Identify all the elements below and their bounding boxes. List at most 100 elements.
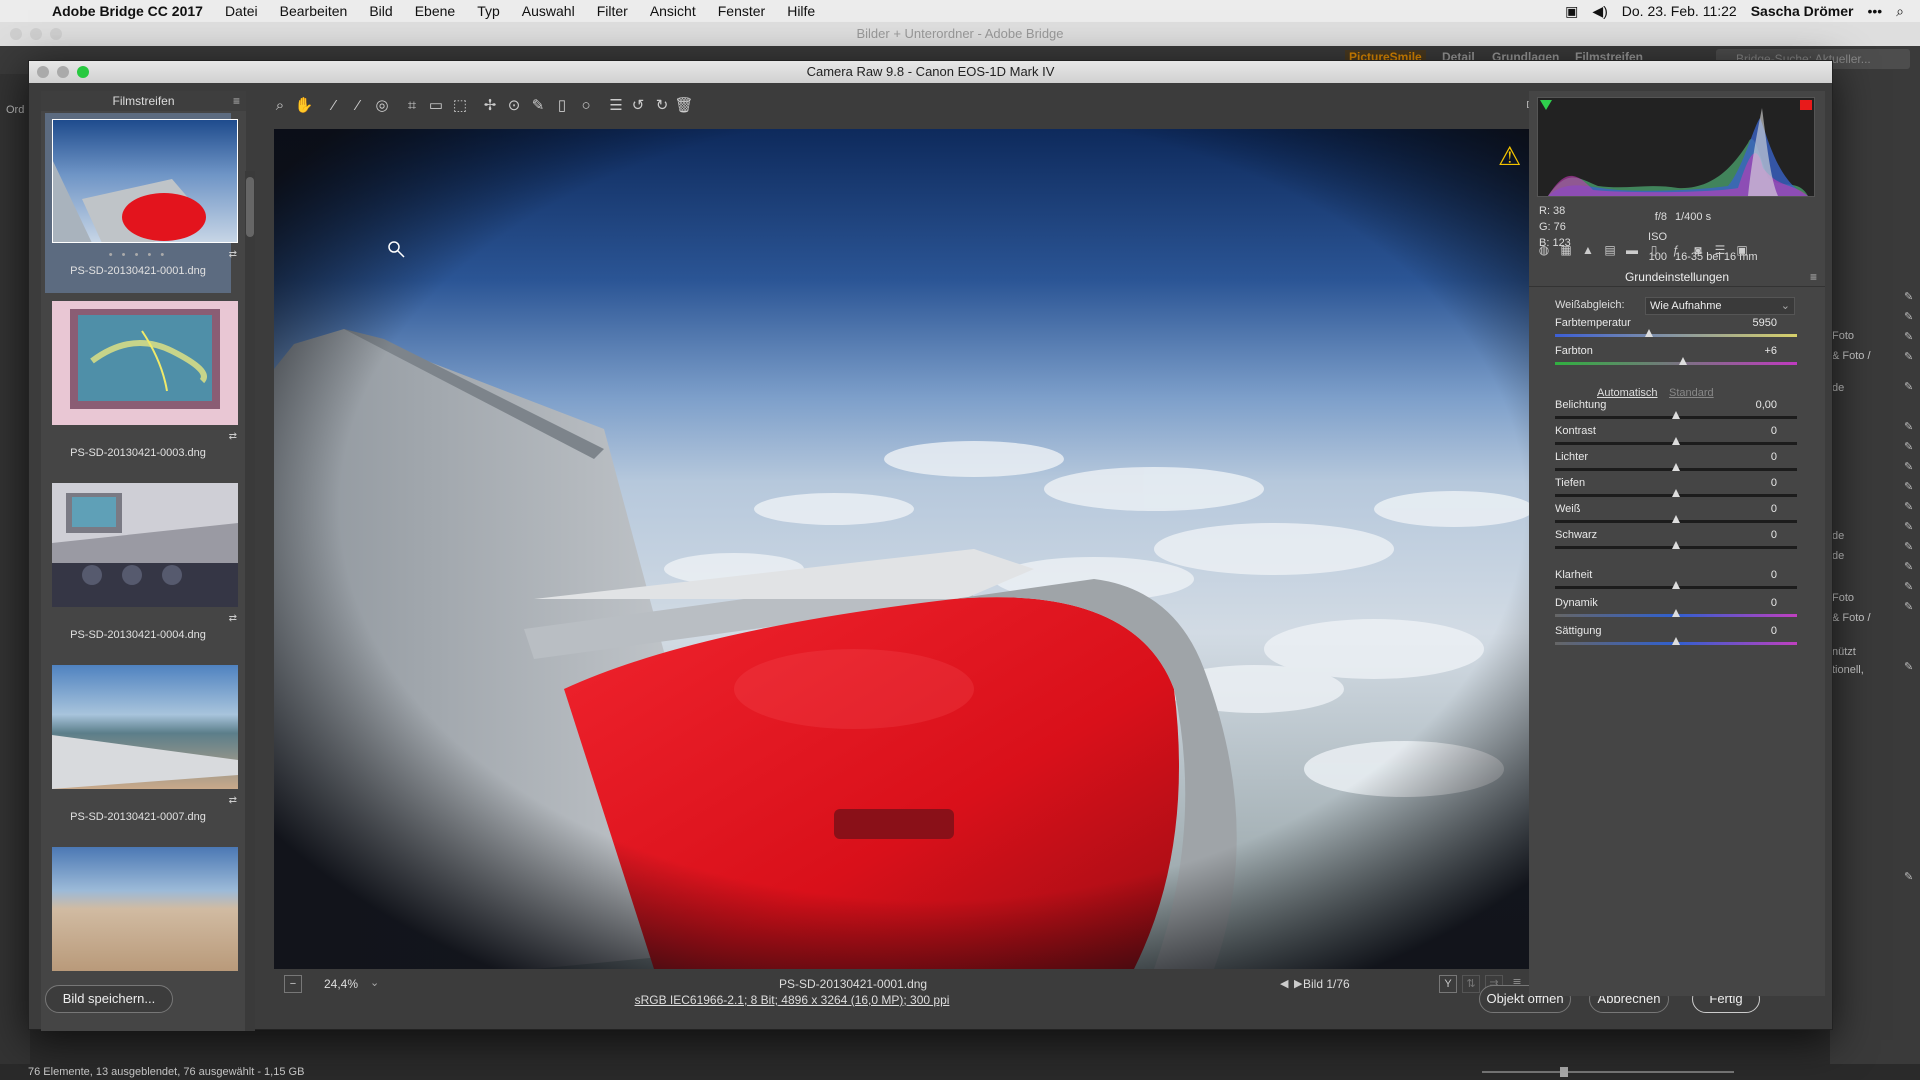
tab-hsl-icon[interactable]: ▤ — [1601, 243, 1619, 263]
menubar-datetime[interactable]: Do. 23. Feb. 11:22 — [1622, 3, 1737, 19]
slider-farbtemperatur[interactable]: Farbtemperatur 5950 — [1555, 317, 1797, 347]
edit-pen-icon[interactable]: ✎ — [1904, 290, 1913, 303]
slider-value[interactable]: 0,00 — [1717, 399, 1777, 411]
color-sampler-tool-icon[interactable]: ⁄ — [347, 95, 369, 117]
swap-settings-icon[interactable]: ⇅ — [1462, 975, 1480, 993]
slider-value[interactable]: 0 — [1717, 503, 1777, 515]
slider-value[interactable]: +6 — [1717, 345, 1777, 357]
slider-knob[interactable] — [1672, 609, 1680, 617]
bridge-minimize-button[interactable] — [30, 28, 42, 40]
slider-value[interactable]: 0 — [1717, 597, 1777, 609]
slider-dynamik[interactable]: Dynamik 0 — [1555, 597, 1797, 627]
menu-ansicht[interactable]: Ansicht — [650, 3, 696, 19]
slider-value[interactable]: 0 — [1717, 425, 1777, 437]
slider-track[interactable] — [1555, 334, 1797, 337]
zoom-level[interactable]: 24,4% — [324, 977, 358, 991]
dialog-close-button[interactable] — [37, 66, 49, 78]
trash-icon[interactable]: 🗑 — [673, 95, 695, 117]
rotate-left-icon[interactable]: ↺ — [627, 95, 649, 117]
menu-hilfe[interactable]: Hilfe — [787, 3, 815, 19]
hand-tool-icon[interactable]: ✋ — [293, 95, 315, 117]
menu-datei[interactable]: Datei — [225, 3, 258, 19]
edit-pen-icon[interactable]: ✎ — [1904, 480, 1913, 493]
filmstrip-scrollbar[interactable] — [245, 171, 255, 1031]
screen-record-icon[interactable]: ▣ — [1565, 3, 1578, 20]
edit-pen-icon[interactable]: ✎ — [1904, 660, 1913, 673]
previous-image-icon[interactable]: ◀ — [1280, 977, 1288, 990]
menu-bild[interactable]: Bild — [369, 3, 392, 19]
menubar-user[interactable]: Sascha Drömer — [1751, 3, 1854, 19]
adjustment-brush-icon[interactable]: ✎ — [527, 95, 549, 117]
slider-knob[interactable] — [1672, 515, 1680, 523]
more-icon[interactable]: ••• — [1867, 3, 1882, 19]
spotlight-search-icon[interactable]: ⌕ — [1896, 3, 1904, 20]
edit-pen-icon[interactable]: ✎ — [1904, 350, 1913, 363]
filmstrip-item[interactable]: • • • • • ⇄ PS-SD-20130421-0001.dng — [45, 113, 238, 293]
slider-track[interactable] — [1555, 362, 1797, 365]
tab-snapshots-icon[interactable]: ▣ — [1733, 243, 1751, 263]
thumbnail-size-slider[interactable] — [1482, 1071, 1734, 1073]
tab-split-toning-icon[interactable]: ▬ — [1623, 243, 1641, 263]
menu-typ[interactable]: Typ — [477, 3, 500, 19]
menu-app-name[interactable]: Adobe Bridge CC 2017 — [52, 3, 203, 19]
slider-schwarz[interactable]: Schwarz 0 — [1555, 529, 1797, 559]
filmstrip-item[interactable]: ⇄ PS-SD-20130421-0003.dng — [45, 295, 238, 475]
crop-tool-icon[interactable]: ⌗ — [401, 95, 423, 117]
dialog-minimize-button[interactable] — [57, 66, 69, 78]
filmstrip-scroll-thumb[interactable] — [246, 177, 254, 237]
edit-pen-icon[interactable]: ✎ — [1904, 520, 1913, 533]
slider-knob[interactable] — [1672, 437, 1680, 445]
graduated-filter-icon[interactable]: ▯ — [551, 95, 573, 117]
slider-knob[interactable] — [1672, 411, 1680, 419]
slider-knob[interactable] — [1672, 541, 1680, 549]
slider-klarheit[interactable]: Klarheit 0 — [1555, 569, 1797, 599]
warning-icon[interactable]: ⚠ — [1498, 141, 1524, 171]
standard-link[interactable]: Standard — [1669, 387, 1714, 399]
edit-pen-icon[interactable]: ✎ — [1904, 870, 1913, 883]
dialog-zoom-button[interactable] — [77, 66, 89, 78]
slider-value[interactable]: 0 — [1717, 451, 1777, 463]
edit-pen-icon[interactable]: ✎ — [1904, 540, 1913, 553]
tab-basic-icon[interactable]: ◍ — [1535, 243, 1553, 263]
tab-detail-icon[interactable]: ▲ — [1579, 243, 1597, 263]
bridge-close-button[interactable] — [10, 28, 22, 40]
targeted-adjustment-tool-icon[interactable]: ◎ — [371, 95, 393, 117]
edit-pen-icon[interactable]: ✎ — [1904, 560, 1913, 573]
next-image-icon[interactable]: ▶ — [1294, 977, 1302, 990]
thumbnail-size-knob[interactable] — [1560, 1067, 1568, 1077]
white-balance-tool-icon[interactable]: ⁄ — [323, 95, 345, 117]
edit-pen-icon[interactable]: ✎ — [1904, 310, 1913, 323]
rotate-right-icon[interactable]: ↻ — [651, 95, 673, 117]
slider-sättigung[interactable]: Sättigung 0 — [1555, 625, 1797, 655]
tab-camera-calibration-icon[interactable]: ◙ — [1689, 243, 1707, 263]
rating-dots[interactable]: • • • • • — [45, 249, 231, 261]
slider-knob[interactable] — [1672, 489, 1680, 497]
slider-value[interactable]: 0 — [1717, 477, 1777, 489]
edit-pen-icon[interactable]: ✎ — [1904, 600, 1913, 613]
menu-auswahl[interactable]: Auswahl — [522, 3, 575, 19]
panel-menu-icon[interactable]: ≡ — [1810, 267, 1817, 287]
slider-value[interactable]: 0 — [1717, 569, 1777, 581]
tab-effects-icon[interactable]: ƒ — [1667, 243, 1685, 263]
straighten-tool-icon[interactable]: ▭ — [425, 95, 447, 117]
menu-filter[interactable]: Filter — [597, 3, 628, 19]
zoom-tool-icon[interactable]: ⌕ — [269, 95, 291, 117]
edit-pen-icon[interactable]: ✎ — [1904, 500, 1913, 513]
slider-value[interactable]: 0 — [1717, 625, 1777, 637]
volume-icon[interactable]: ◀) — [1592, 3, 1607, 20]
workflow-options-link[interactable]: sRGB IEC61966-2.1; 8 Bit; 4896 x 3264 (1… — [592, 993, 992, 1007]
white-balance-select[interactable]: Wie Aufnahme ⌄ — [1645, 297, 1795, 315]
slider-knob[interactable] — [1679, 357, 1688, 365]
bridge-zoom-button[interactable] — [50, 28, 62, 40]
auto-link[interactable]: Automatisch — [1597, 387, 1658, 399]
slider-farbton[interactable]: Farbton +6 — [1555, 345, 1797, 375]
edit-pen-icon[interactable]: ✎ — [1904, 380, 1913, 393]
slider-value[interactable]: 0 — [1717, 529, 1777, 541]
slider-knob[interactable] — [1672, 637, 1680, 645]
preferences-icon[interactable]: ☰ — [605, 95, 627, 117]
image-preview[interactable]: ⚠ — [274, 129, 1540, 969]
filmstrip-item[interactable]: ⇄ PS-SD-20130421-0004.dng — [45, 477, 238, 657]
tab-presets-icon[interactable]: ☰ — [1711, 243, 1729, 263]
slider-knob[interactable] — [1645, 329, 1654, 337]
tab-lens-icon[interactable]: ▯ — [1645, 243, 1663, 263]
